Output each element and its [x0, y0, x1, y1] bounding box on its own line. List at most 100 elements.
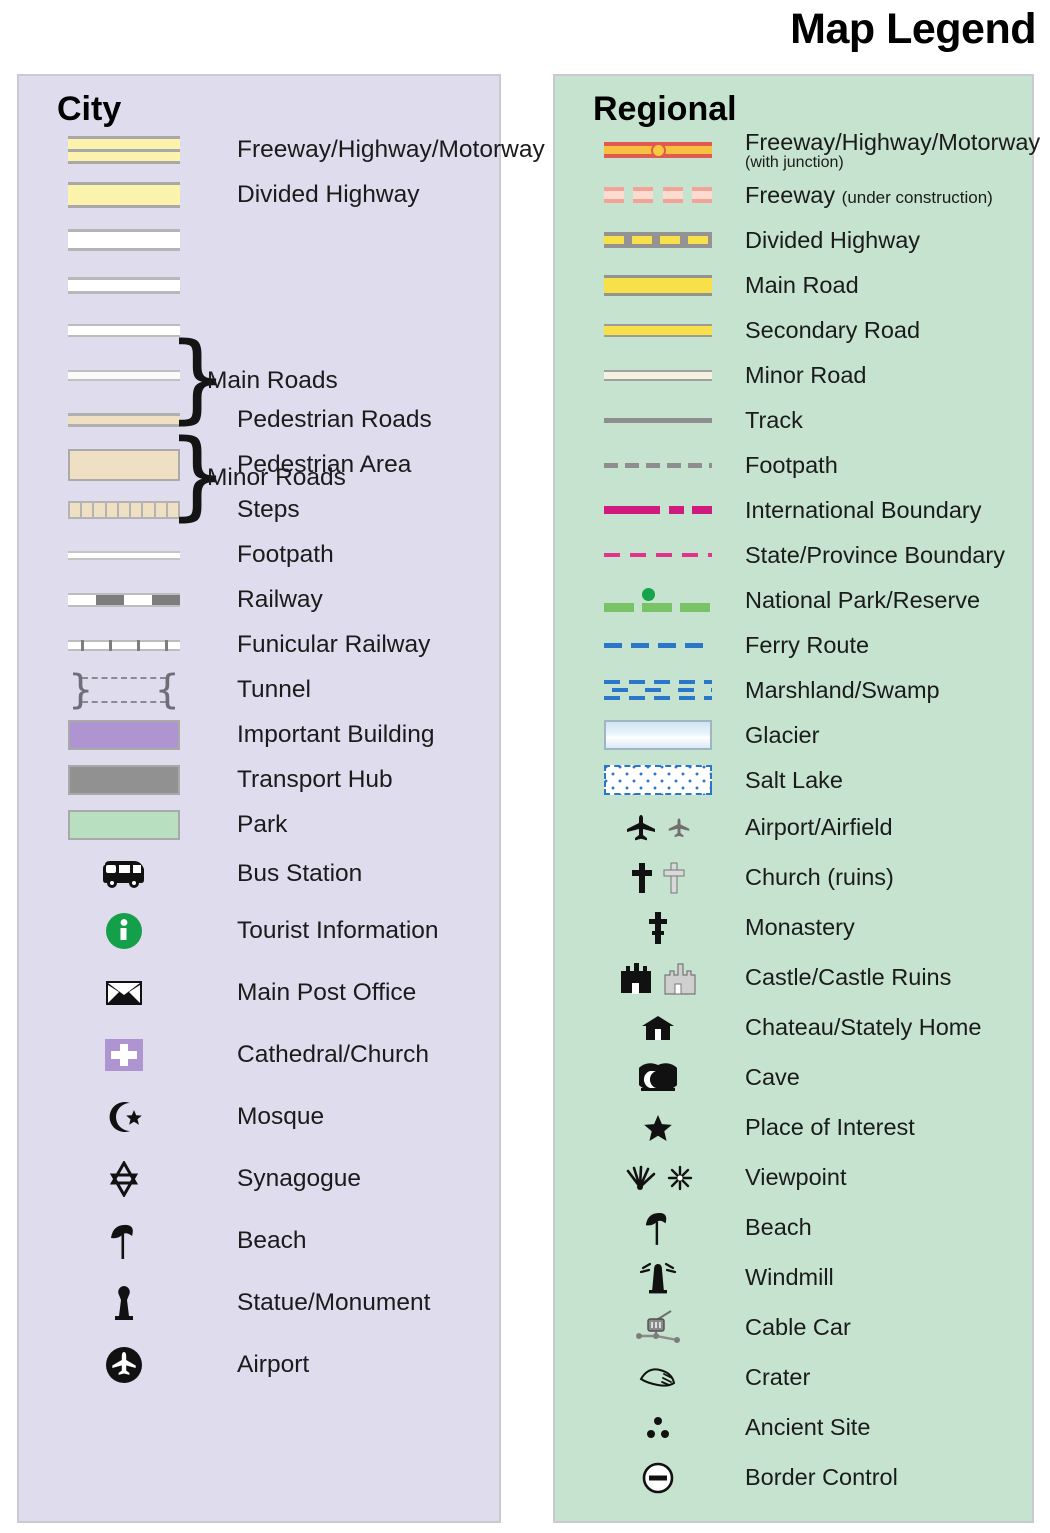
star-icon	[593, 1113, 723, 1143]
legend-row-divided-highway: Divided Highway	[19, 173, 499, 218]
salt-lake-block-icon	[593, 765, 723, 796]
main-roads-group-label: Main Roads	[207, 367, 338, 394]
legend-label: Footpath	[237, 541, 334, 569]
freeway-band-icon	[49, 136, 199, 165]
legend-label: Main Road	[745, 271, 859, 298]
legend-row-important-building: Important Building	[19, 713, 499, 758]
freeway-construction-dashes-icon	[593, 187, 723, 204]
footpath-line-icon	[49, 550, 199, 560]
legend-row-cathedral-church: Cathedral/Church	[19, 1024, 499, 1086]
legend-label: Airport/Airfield	[745, 814, 893, 841]
freeway-junction-line-icon	[593, 142, 723, 159]
legend-row-park: Park	[19, 803, 499, 848]
legend-label: Castle/Castle Ruins	[745, 964, 952, 991]
legend-row-freeway-junction: Freeway/Highway/Motorway (with junction)	[555, 128, 1040, 173]
legend-label: Freeway/Highway/Motorway	[237, 136, 545, 164]
legend-row-airport-airfield: Airport/Airfield	[555, 803, 1032, 853]
legend-label: Ancient Site	[745, 1414, 871, 1441]
legend-row-footpath: Footpath	[555, 443, 1032, 488]
legend-row-transport-hub: Transport Hub	[19, 758, 499, 803]
legend-label: Chateau/Stately Home	[745, 1014, 982, 1041]
city-legend-panel: City Freeway/Highway/Motorway Divided Hi…	[17, 74, 545, 1523]
legend-row-international-boundary: International Boundary	[555, 488, 1032, 533]
regional-legend-rows: Freeway/Highway/Motorway (with junction)…	[555, 128, 1040, 1503]
information-icon	[49, 912, 199, 950]
legend-row-beach: Beach	[19, 1210, 499, 1272]
legend-label: Cable Car	[745, 1314, 851, 1341]
cable-car-icon	[593, 1309, 723, 1347]
legend-row-railway: Railway	[19, 578, 499, 623]
marshland-pattern-icon	[593, 679, 723, 701]
legend-row-ferry-route: Ferry Route	[555, 623, 1032, 668]
legend-row-secondary-road: Secondary Road	[555, 308, 1032, 353]
tunnel-brackets-icon: } {	[68, 667, 180, 714]
legend-label: State/Province Boundary	[745, 541, 1005, 568]
legend-label: Important Building	[237, 721, 435, 749]
chateau-icon	[593, 1014, 723, 1042]
legend-row-track: Track	[555, 398, 1032, 443]
legend-row-freeway-construction: Freeway (under construction)	[555, 173, 1032, 218]
star-of-david-icon	[49, 1160, 199, 1197]
legend-row-glacier: Glacier	[555, 713, 1032, 758]
secondary-road-line-icon	[593, 323, 723, 337]
legend-label: Pedestrian Roads	[237, 406, 432, 434]
crater-icon	[593, 1365, 723, 1391]
legend-row-post-office: Main Post Office	[19, 962, 499, 1024]
legend-label: Tourist Information	[237, 916, 439, 944]
railway-dashed-band-icon	[49, 593, 199, 608]
legend-row-viewpoint: Viewpoint	[555, 1153, 1032, 1203]
legend-row-castle: Castle/Castle Ruins	[555, 953, 1032, 1003]
legend-row-main-road-a	[19, 218, 499, 263]
crescent-star-icon	[49, 1099, 199, 1135]
church-cross-icon	[593, 862, 723, 894]
envelope-icon	[49, 980, 199, 1006]
legend-label: Synagogue	[237, 1164, 361, 1192]
legend-inline-note: (under construction)	[841, 187, 993, 207]
legend-label: Cathedral/Church	[237, 1040, 430, 1068]
legend-row-minor-road: Minor Road	[555, 353, 1032, 398]
beach-umbrella-icon	[593, 1210, 723, 1246]
legend-label: Railway	[237, 586, 323, 614]
main-road-thick-icon	[49, 229, 199, 252]
main-road-mid-icon	[49, 276, 199, 294]
track-line-icon	[593, 417, 723, 423]
divided-highway-line-icon	[593, 232, 723, 249]
legend-label: Ferry Route	[745, 631, 870, 658]
legend-row-beach: Beach	[555, 1203, 1032, 1253]
ancient-site-icon	[593, 1415, 723, 1441]
legend-row-place-of-interest: Place of Interest	[555, 1103, 1032, 1153]
legend-row-funicular: Funicular Railway	[19, 623, 499, 668]
regional-legend-panel: Regional Freeway/Highway/Motorway (with …	[553, 74, 1040, 1523]
airplane-icon	[593, 813, 723, 843]
castle-icon	[593, 961, 723, 995]
legend-label: Footpath	[745, 451, 838, 478]
legend-row-windmill: Windmill	[555, 1253, 1032, 1303]
legend-label: Park	[237, 811, 288, 839]
windmill-icon	[593, 1261, 723, 1295]
regional-panel-title: Regional	[593, 90, 737, 128]
legend-row-crater: Crater	[555, 1353, 1032, 1403]
legend-row-salt-lake: Salt Lake	[555, 758, 1032, 803]
legend-label: Bus Station	[237, 859, 363, 887]
legend-row-main-road-b	[19, 263, 499, 308]
legend-label: Marshland/Swamp	[745, 676, 940, 703]
legend-label: Windmill	[745, 1264, 834, 1291]
church-cross-icon	[49, 1038, 199, 1071]
legend-label: Statue/Monument	[237, 1288, 431, 1316]
legend-row-tunnel: } { Tunnel	[19, 668, 499, 713]
legend-row-chateau: Chateau/Stately Home	[555, 1003, 1032, 1053]
beach-umbrella-icon	[49, 1222, 199, 1260]
legend-label: Cave	[745, 1064, 800, 1091]
legend-row-bus-station: Bus Station	[19, 848, 499, 900]
national-park-line-icon	[593, 588, 723, 613]
legend-row-border-control: Border Control	[555, 1453, 1032, 1503]
legend-row-main-road: Main Road	[555, 263, 1032, 308]
legend-row-cave: Cave	[555, 1053, 1032, 1103]
legend-label: Transport Hub	[237, 766, 393, 794]
legend-label: Church (ruins)	[745, 864, 894, 891]
legend-row-cable-car: Cable Car	[555, 1303, 1032, 1353]
legend-label: Airport	[237, 1350, 310, 1378]
legend-label: International Boundary	[745, 496, 982, 523]
legend-label: Mosque	[237, 1102, 325, 1130]
airport-circle-icon	[49, 1346, 199, 1384]
